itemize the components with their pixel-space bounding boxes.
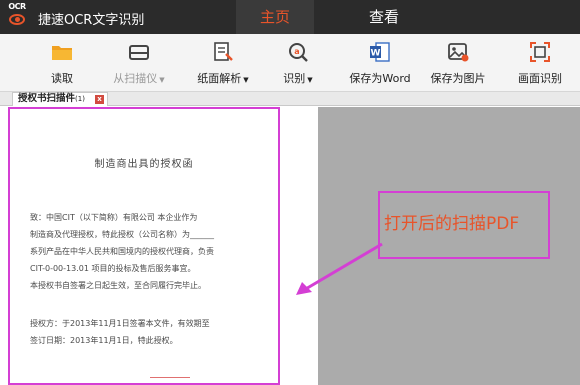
area-recognize-button[interactable]: 画面识别: [512, 34, 568, 92]
document-line: 本授权书自签署之日起生效，至合同履行完毕止。: [30, 281, 206, 290]
logo-text: OCR: [8, 2, 26, 11]
app-title: 捷速OCR文字识别: [38, 13, 145, 28]
svg-text:W: W: [371, 49, 381, 59]
parse-button[interactable]: 纸面解析 ▼: [188, 34, 258, 92]
save-image-button[interactable]: 保存为图片: [426, 34, 490, 92]
tab-view[interactable]: 查看: [345, 0, 423, 34]
document-tab[interactable]: 授权书扫描件(1) x: [12, 92, 108, 106]
scanner-icon: [129, 45, 149, 60]
document-body: 致：中国CIT（以下简称）有限公司 本企业作为 制造商及代理授权，特此授权（公司…: [30, 209, 270, 349]
document-pane: 制造商出具的授权函 致：中国CIT（以下简称）有限公司 本企业作为 制造商及代理…: [0, 107, 318, 385]
word-icon: W: [370, 42, 390, 62]
scan-label: 从扫描仪: [113, 72, 158, 85]
document-line: 签订日期：2013年11月1日，特此授权。: [30, 336, 178, 345]
document-line: 制造商及代理授权，特此授权（公司名称）为______: [30, 230, 214, 239]
document-title: 制造商出具的授权函: [94, 159, 194, 170]
stamp-mark: [150, 377, 190, 383]
document-tab-strip: 授权书扫描件(1) x: [0, 92, 580, 106]
parse-icon: [214, 42, 233, 61]
recognize-icon: a: [289, 43, 308, 62]
scanned-page[interactable]: 制造商出具的授权函 致：中国CIT（以下简称）有限公司 本企业作为 制造商及代理…: [8, 107, 280, 385]
document-line: 致：中国CIT（以下简称）有限公司 本企业作为: [30, 213, 198, 222]
document-line: 系列产品在中华人民共和国境内的授权代理商，负责: [30, 247, 214, 256]
chevron-down-icon: ▼: [243, 76, 249, 84]
toolbar: 读取 从扫描仪 ▼ 纸面解析 ▼ a 识别 ▼ W 保存为Word 保存为图片 …: [0, 34, 580, 92]
document-tab-name: 授权书扫描件: [18, 93, 76, 104]
tab-home[interactable]: 主页: [236, 0, 314, 34]
document-line: CIT-0-00-13.01 项目的投标及售后服务事宜。: [30, 264, 196, 273]
document-line: 授权方：于2013年11月1日签署本文件，有效期至: [30, 319, 210, 328]
folder-icon: [52, 46, 72, 60]
read-button[interactable]: 读取: [38, 34, 86, 92]
svg-text:a: a: [294, 47, 299, 56]
parse-label: 纸面解析: [197, 72, 242, 85]
app-logo: OCR: [4, 2, 30, 32]
chevron-down-icon: ▼: [159, 76, 165, 84]
save-image-label: 保存为图片: [430, 72, 486, 85]
read-label: 读取: [51, 72, 73, 85]
title-bar: OCR 捷速OCR文字识别 主页 查看: [0, 0, 580, 34]
recognize-label: 识别: [283, 72, 306, 85]
save-word-label: 保存为Word: [349, 72, 411, 85]
area-recognize-label: 画面识别: [518, 72, 562, 85]
chevron-down-icon: ▼: [307, 76, 313, 84]
close-icon[interactable]: x: [95, 95, 104, 104]
recognize-button[interactable]: a 识别 ▼: [270, 34, 326, 92]
save-word-button[interactable]: W 保存为Word: [348, 34, 412, 92]
annotation-arrow-icon: [296, 242, 383, 295]
image-icon: [448, 43, 469, 62]
annotation-text: 打开后的扫描PDF: [384, 214, 520, 234]
document-tab-count: (1): [75, 95, 85, 103]
scan-button[interactable]: 从扫描仪 ▼: [104, 34, 174, 92]
area-select-icon: [530, 42, 550, 62]
